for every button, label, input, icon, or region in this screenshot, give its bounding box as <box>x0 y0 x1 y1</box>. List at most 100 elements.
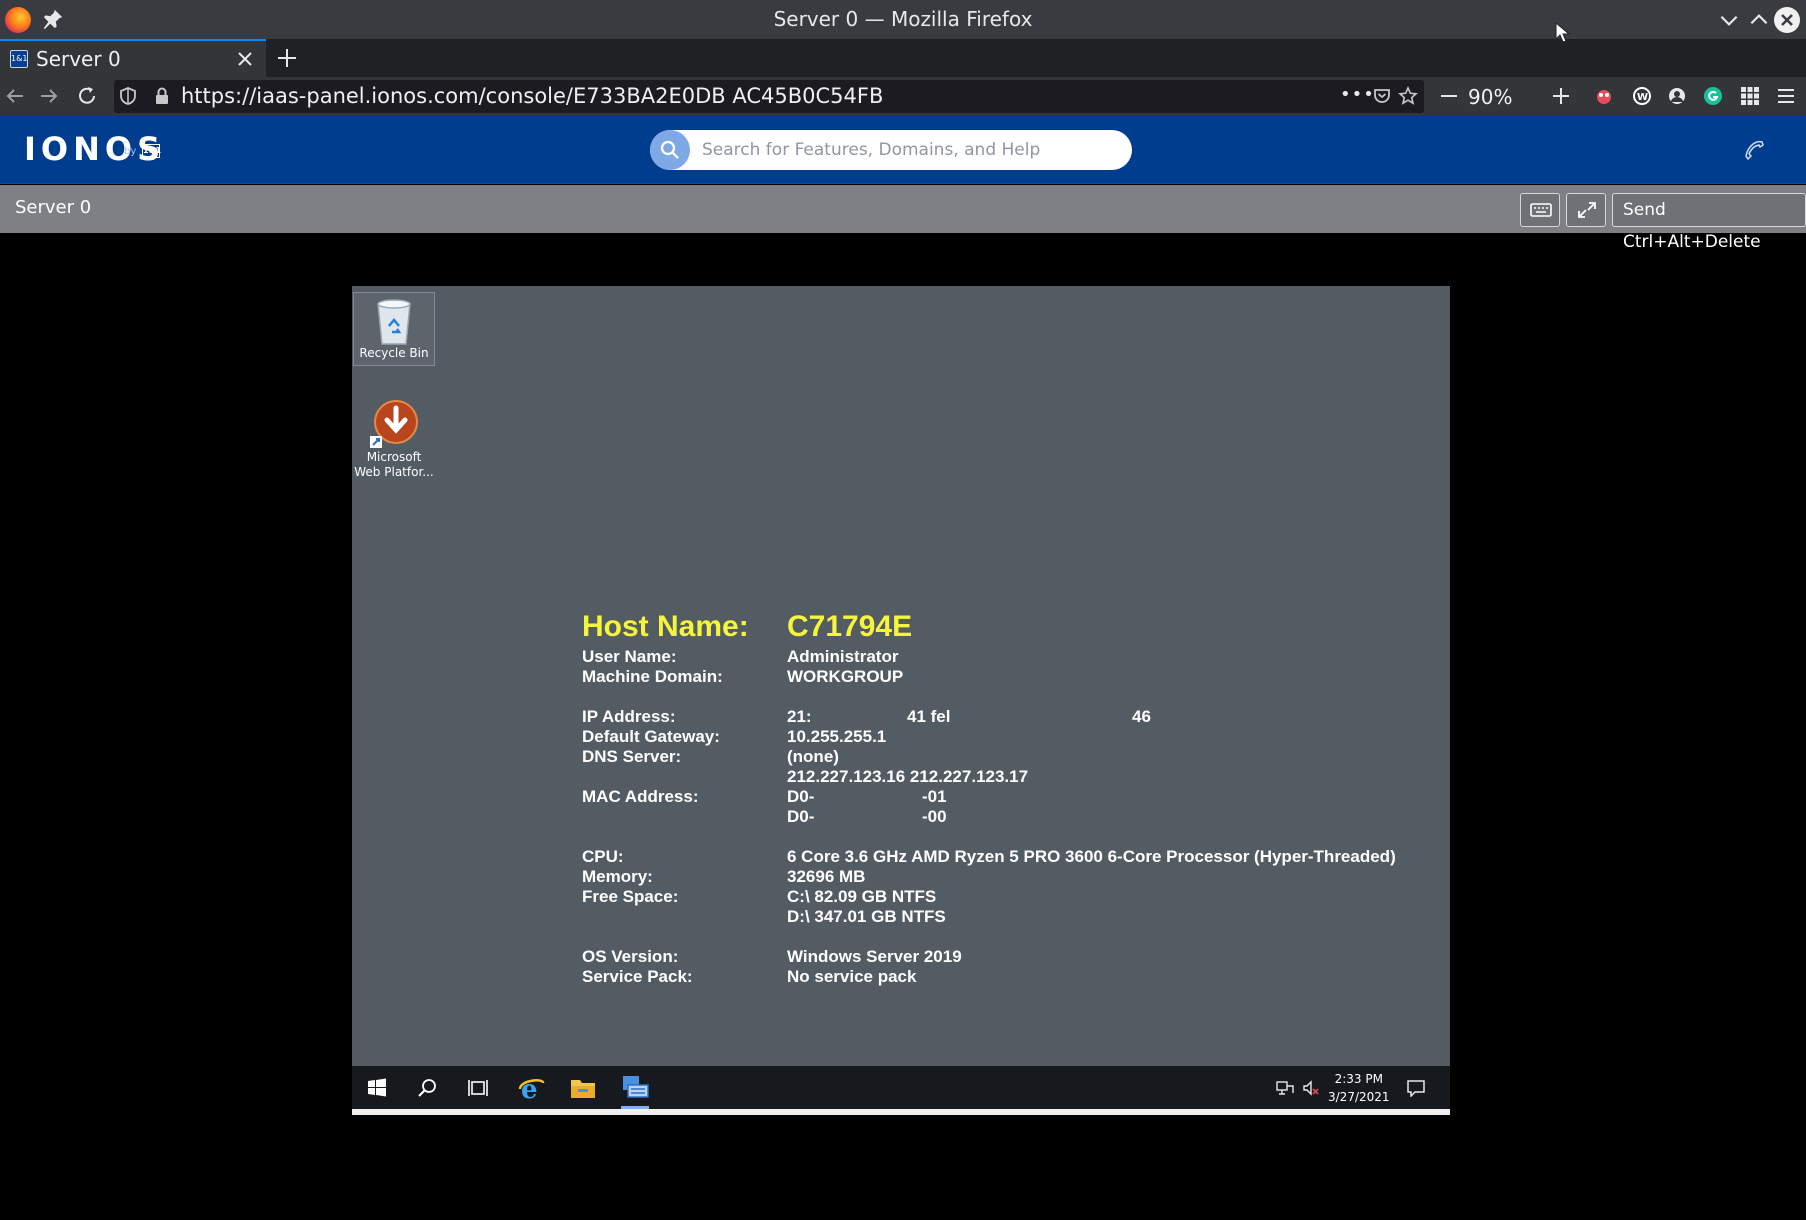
bginfo-value: D:\ 347.01 GB NTFS <box>787 907 946 926</box>
console-title: Server 0 <box>15 197 92 218</box>
back-icon[interactable] <box>4 85 26 107</box>
bginfo-value: D0- <box>787 787 815 806</box>
bginfo-value: Administrator <box>787 647 899 666</box>
ionos-favicon-icon: 1&1 <box>10 50 28 68</box>
bginfo-value: 41 fel <box>907 707 951 726</box>
bginfo-value: C:\ 82.09 GB NTFS <box>787 887 937 906</box>
bginfo-key: Host Name: <box>582 610 749 643</box>
svg-text:W: W <box>1637 92 1648 103</box>
bginfo-value: 21: <box>787 707 812 726</box>
recycle-bin-icon <box>377 299 411 345</box>
windows-taskbar: e 2:33 PM 3/27/2021 <box>352 1066 1450 1109</box>
extension-icon[interactable]: W <box>1632 86 1652 106</box>
navigation-bar: https://iaas-panel.ionos.com/console/E73… <box>0 77 1806 116</box>
chevron-up-icon[interactable] <box>1746 7 1772 33</box>
close-icon[interactable] <box>1774 7 1800 33</box>
bginfo-key: Service Pack: <box>582 967 693 986</box>
pocket-icon[interactable] <box>1372 86 1392 106</box>
bginfo-value: C71794E <box>787 610 913 643</box>
ionos-header: IONOS by 1&1 <box>0 116 1806 184</box>
bginfo-value: WORKGROUP <box>787 667 904 686</box>
notifications-icon[interactable] <box>1406 1079 1426 1097</box>
url-text: https://iaas-panel.ionos.com/console/E73… <box>181 84 884 108</box>
taskbar-search-icon[interactable] <box>415 1076 439 1100</box>
close-icon[interactable] <box>236 50 254 68</box>
logo-by-text: by <box>124 146 137 157</box>
desktop-icon-recycle-bin[interactable]: Recycle Bin <box>353 292 435 366</box>
one-and-one-logo: 1&1 <box>142 144 161 158</box>
clock-date: 3/27/2021 <box>1328 1090 1390 1104</box>
tab-label: Server 0 <box>36 47 121 71</box>
bginfo-key: Memory: <box>582 867 653 886</box>
bginfo-value: 212.227.123.16 212.227.123.17 <box>787 767 1029 786</box>
apps-grid-icon[interactable] <box>1740 86 1760 106</box>
shield-icon[interactable] <box>118 86 138 106</box>
bginfo-key: Machine Domain: <box>582 667 723 686</box>
taskbar-clock[interactable]: 2:33 PM 3/27/2021 <box>1328 1070 1390 1106</box>
keyboard-icon <box>1530 203 1552 217</box>
desktop-icon-label: Web Platfor... <box>354 465 434 479</box>
bginfo-key: Free Space: <box>582 887 679 906</box>
window-title: Server 0 — Mozilla Firefox <box>773 7 1033 31</box>
bginfo-key: OS Version: <box>582 947 679 966</box>
search-icon <box>660 140 679 159</box>
server-manager-icon[interactable] <box>620 1073 650 1101</box>
volume-muted-icon[interactable] <box>1302 1080 1320 1096</box>
send-ctrl-alt-delete-button[interactable]: Send Ctrl+Alt+Delete <box>1612 193 1806 252</box>
desktop-icon-label: Recycle Bin <box>359 346 429 360</box>
network-icon[interactable] <box>1276 1080 1294 1096</box>
menu-icon[interactable] <box>1776 86 1796 106</box>
task-view-icon[interactable] <box>466 1076 490 1100</box>
bginfo-value: 6 Core 3.6 GHz AMD Ryzen 5 PRO 3600 6-Co… <box>787 847 1396 866</box>
bginfo-value: (none) <box>787 747 839 766</box>
page-actions-icon[interactable]: ••• <box>1340 84 1375 105</box>
zoom-in-icon[interactable] <box>1550 85 1572 107</box>
bginfo-value: -00 <box>922 807 947 826</box>
extension-icon[interactable] <box>1594 86 1614 106</box>
internet-explorer-icon[interactable]: e <box>518 1074 546 1102</box>
desktop-bottom-edge <box>352 1109 1450 1115</box>
zoom-level[interactable]: 90% <box>1468 85 1512 109</box>
chevron-down-icon[interactable] <box>1716 7 1742 33</box>
account-icon[interactable] <box>1667 86 1687 106</box>
search-input[interactable] <box>700 130 1120 170</box>
bginfo-key: MAC Address: <box>582 787 699 806</box>
bginfo-value: No service pack <box>787 967 917 986</box>
zoom-out-icon[interactable] <box>1438 85 1460 107</box>
lock-icon[interactable] <box>152 86 172 106</box>
console-toolbar: Server 0 Send Ctrl+Alt+Delete <box>0 185 1806 252</box>
grammarly-icon[interactable] <box>1703 86 1723 106</box>
window-titlebar: Server 0 — Mozilla Firefox <box>0 0 1806 39</box>
fullscreen-button[interactable] <box>1566 193 1606 227</box>
bginfo-value: -01 <box>922 787 947 806</box>
star-icon[interactable] <box>1398 86 1418 106</box>
bginfo-value: 10.255.255.1 <box>787 727 887 746</box>
bginfo-key: CPU: <box>582 847 624 866</box>
tab-bar: 1&1 Server 0 <box>0 39 1806 77</box>
bginfo-key: DNS Server: <box>582 747 682 766</box>
desktop-icon-web-platform-installer[interactable]: Microsoft Web Platfor... <box>353 400 435 480</box>
fullscreen-icon <box>1578 202 1596 218</box>
bginfo-key: Default Gateway: <box>582 727 720 746</box>
bginfo-value: 32696 MB <box>787 867 866 886</box>
keyboard-button[interactable] <box>1520 193 1560 227</box>
clock-time: 2:33 PM <box>1334 1072 1383 1086</box>
reload-icon[interactable] <box>76 85 98 107</box>
file-explorer-icon[interactable] <box>569 1075 597 1101</box>
web-platform-installer-icon <box>370 400 418 448</box>
url-bar[interactable]: https://iaas-panel.ionos.com/console/E73… <box>114 80 1424 113</box>
bginfo-key: User Name: <box>582 647 677 666</box>
bginfo-key: IP Address: <box>582 707 676 726</box>
new-tab-icon[interactable] <box>276 47 298 69</box>
desktop-icon-label: Microsoft <box>366 450 422 464</box>
mouse-cursor-icon <box>1555 22 1571 43</box>
bginfo-value: Windows Server 2019 <box>787 947 962 966</box>
windows-start-icon[interactable] <box>365 1076 389 1100</box>
phone-icon[interactable] <box>1742 138 1766 162</box>
bginfo-value: 46 <box>1132 707 1151 726</box>
search-button[interactable] <box>650 130 690 170</box>
bginfo-value: D0- <box>787 807 815 826</box>
forward-icon[interactable] <box>38 85 60 107</box>
tab-server-0[interactable]: 1&1 Server 0 <box>0 39 266 77</box>
remote-desktop[interactable]: Recycle Bin Microsoft Web Platfor... Hos… <box>352 286 1450 1115</box>
